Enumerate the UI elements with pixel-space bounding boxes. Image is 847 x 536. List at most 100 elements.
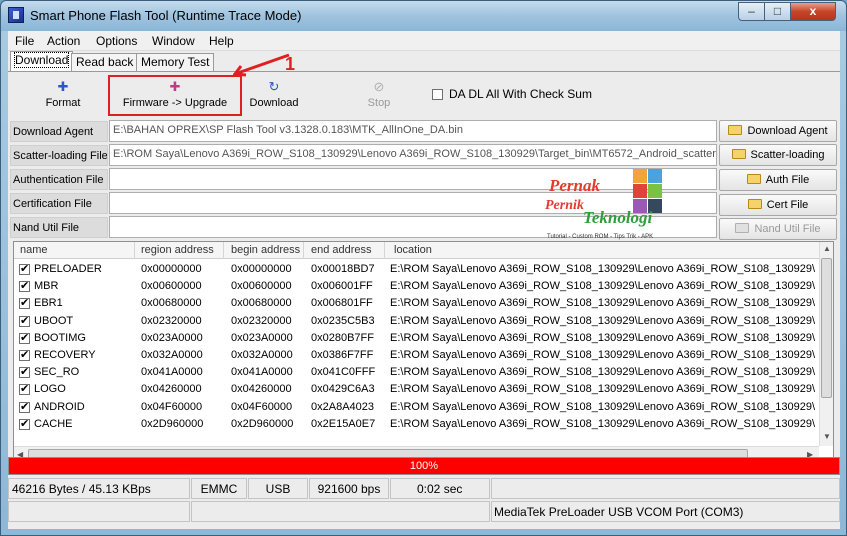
partition-table: name region address begin address end ad… — [13, 241, 834, 463]
cell-end: 0x2A8A4023 — [311, 400, 374, 413]
cell-end: 0x0280B7FF — [311, 331, 374, 344]
cell-region: 0x00680000 — [141, 297, 202, 310]
app-icon — [8, 7, 24, 23]
folder-icon — [731, 149, 746, 159]
folder-icon — [728, 125, 743, 135]
table-row[interactable]: UBOOT 0x02320000 0x02320000 0x0235C5B3 E:\RO… — [14, 313, 819, 330]
col-region-address[interactable]: region address — [141, 244, 214, 256]
tab-read-back[interactable]: Read back — [71, 53, 139, 71]
watermark-line-2: Pernik — [545, 198, 584, 213]
cert-button[interactable]: Cert File — [719, 194, 837, 216]
cell-location: E:\ROM Saya\Lenovo A369i_ROW_S108_130929… — [390, 297, 816, 310]
scatter-field[interactable]: E:\ROM Saya\Lenovo A369i_ROW_S108_130929… — [109, 144, 717, 166]
table-row[interactable]: LOGO 0x04260000 0x04260000 0x0429C6A3 E:\ROM… — [14, 381, 819, 398]
cell-location: E:\ROM Saya\Lenovo A369i_ROW_S108_130929… — [390, 331, 816, 344]
menu-action[interactable]: Action — [47, 34, 80, 48]
cell-name: MBR — [34, 280, 59, 293]
status-port: MediaTek PreLoader USB VCOM Port (COM3) — [491, 501, 840, 522]
menu-options[interactable]: Options — [96, 34, 137, 48]
cell-name: PRELOADER — [34, 263, 102, 275]
minimize-button[interactable]: – — [738, 2, 765, 21]
auth-label: Authentication File — [10, 169, 108, 190]
download-button[interactable]: ↻ Download — [224, 78, 324, 118]
cell-name: BOOTIMG — [34, 331, 86, 344]
col-begin-address[interactable]: begin address — [231, 244, 300, 256]
row-checkbox[interactable] — [19, 417, 30, 430]
status-time: 0:02 sec — [390, 478, 490, 499]
checksum-option[interactable]: DA DL All With Check Sum — [432, 87, 592, 101]
row-checkbox[interactable] — [19, 279, 30, 293]
cell-region: 0x04260000 — [141, 383, 202, 396]
cert-label: Certification File — [10, 193, 108, 214]
folder-icon — [735, 223, 750, 233]
cell-region: 0x2D960000 — [141, 417, 204, 430]
row-checkbox[interactable] — [19, 262, 30, 275]
download-agent-field[interactable]: E:\BAHAN OPREX\SP Flash Tool v3.1328.0.1… — [109, 120, 717, 142]
row-checkbox[interactable] — [19, 314, 30, 327]
cell-begin: 0x04260000 — [231, 383, 292, 396]
scatter-label: Scatter-loading File — [10, 145, 108, 166]
row-checkbox[interactable] — [19, 400, 30, 413]
vertical-scroll-thumb[interactable] — [821, 258, 832, 398]
maximize-button[interactable]: □ — [764, 2, 791, 21]
download-agent-button[interactable]: Download Agent — [719, 120, 837, 142]
row-checkbox[interactable] — [19, 296, 30, 310]
cell-region: 0x00000000 — [141, 263, 202, 275]
tab-divider — [8, 71, 840, 72]
menu-help[interactable]: Help — [209, 34, 234, 48]
stop-icon: ⊘ — [373, 79, 385, 94]
cert-button-label: Cert File — [766, 199, 809, 211]
auth-button[interactable]: Auth File — [719, 169, 837, 191]
cell-end: 0x0429C6A3 — [311, 383, 375, 396]
scatter-button-label: Scatter-loading — [750, 149, 825, 161]
table-row[interactable]: RECOVERY 0x032A0000 0x032A0000 0x0386F7FF E:… — [14, 347, 819, 364]
cell-begin: 0x02320000 — [231, 314, 292, 327]
table-row[interactable]: EBR1 0x00680000 0x00680000 0x006801FF E:\ROM… — [14, 295, 819, 312]
checksum-checkbox[interactable] — [432, 89, 443, 100]
cell-region: 0x032A0000 — [141, 349, 203, 361]
cell-region: 0x041A0000 — [141, 366, 203, 379]
scroll-up-icon[interactable]: ▲ — [823, 244, 831, 253]
status-empty-1 — [491, 478, 840, 499]
col-name[interactable]: name — [20, 244, 48, 256]
nand-button[interactable]: Nand Util File — [719, 218, 837, 240]
download-icon: ↻ — [268, 79, 280, 94]
row-checkbox[interactable] — [19, 382, 30, 396]
format-icon: ✚ — [57, 79, 69, 94]
status-baud: 921600 bps — [309, 478, 389, 499]
table-row[interactable]: ANDROID 0x04F60000 0x04F60000 0x2A8A4023 E:\… — [14, 399, 819, 416]
table-row[interactable]: MBR 0x00600000 0x00600000 0x006001FF E:\ROM … — [14, 278, 819, 295]
scroll-down-icon[interactable]: ▼ — [823, 432, 831, 441]
table-row[interactable]: SEC_RO 0x041A0000 0x041A0000 0x041C0FFF E:\R… — [14, 364, 819, 381]
tab-memory-test[interactable]: Memory Test — [136, 53, 215, 71]
tab-download-label: Download — [13, 52, 70, 68]
format-button[interactable]: ✚ Format — [13, 78, 113, 118]
cell-name: EBR1 — [34, 297, 63, 310]
cell-region: 0x00600000 — [141, 280, 202, 293]
cell-name: ANDROID — [34, 400, 85, 413]
watermark-tiles — [633, 169, 662, 213]
table-row[interactable]: BOOTIMG 0x023A0000 0x023A0000 0x0280B7FF E:\… — [14, 330, 819, 347]
row-checkbox[interactable] — [19, 348, 30, 361]
col-end-address[interactable]: end address — [311, 244, 372, 256]
tab-download[interactable]: Download — [10, 51, 74, 71]
col-location[interactable]: location — [394, 244, 432, 256]
menu-file[interactable]: File — [15, 34, 34, 48]
row-checkbox[interactable] — [19, 331, 30, 344]
cell-location: E:\ROM Saya\Lenovo A369i_ROW_S108_130929… — [390, 417, 816, 430]
nand-button-label: Nand Util File — [754, 223, 821, 235]
menu-window[interactable]: Window — [152, 34, 195, 48]
table-row[interactable]: CACHE 0x2D960000 0x2D960000 0x2E15A0E7 E:\RO… — [14, 416, 819, 433]
cell-end: 0x006801FF — [311, 297, 373, 310]
table-header: name region address begin address end ad… — [14, 242, 819, 259]
highlight-box — [108, 75, 242, 116]
cell-location: E:\ROM Saya\Lenovo A369i_ROW_S108_130929… — [390, 349, 816, 361]
row-checkbox[interactable] — [19, 365, 30, 379]
close-button[interactable]: x — [790, 2, 836, 21]
cell-begin: 0x2D960000 — [231, 417, 294, 430]
table-row[interactable]: PRELOADER 0x00000000 0x00000000 0x00018BD7 E… — [14, 261, 819, 278]
stop-button[interactable]: ⊘ Stop — [329, 78, 429, 118]
cell-location: E:\ROM Saya\Lenovo A369i_ROW_S108_130929… — [390, 280, 816, 293]
vertical-scrollbar[interactable]: ▲ ▼ — [819, 242, 833, 446]
scatter-button[interactable]: Scatter-loading — [719, 144, 837, 166]
